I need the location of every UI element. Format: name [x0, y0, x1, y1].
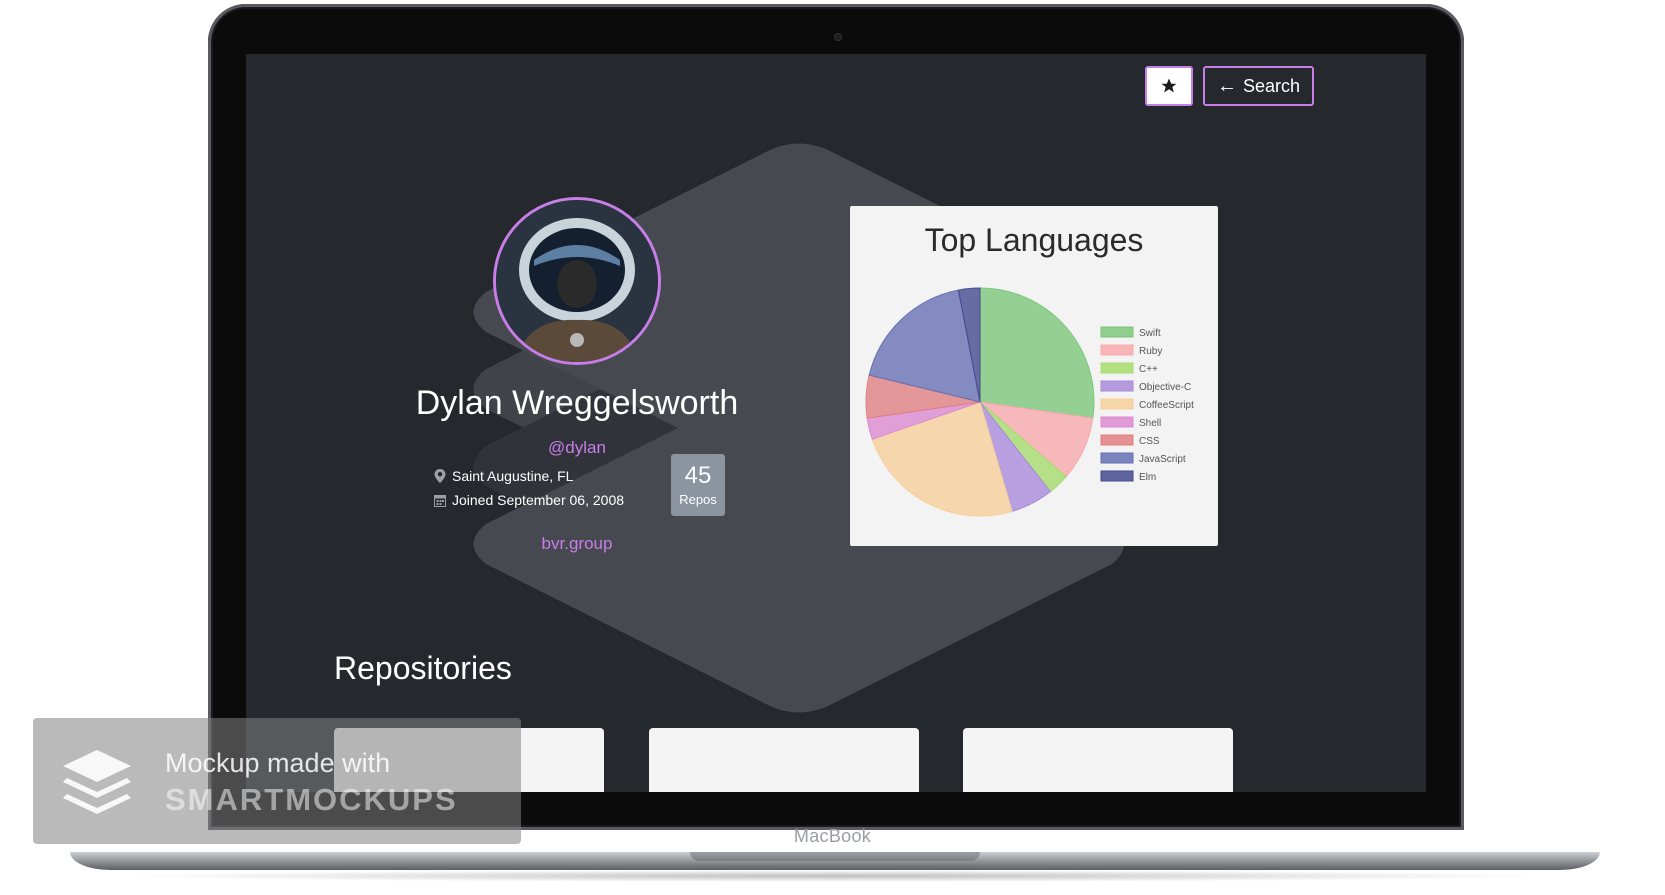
search-button-label: Search: [1242, 75, 1300, 96]
legend-swatch[interactable]: [1100, 398, 1134, 410]
laptop-shadow: [110, 870, 1560, 882]
top-languages-card: Top Languages Swift Ruby C++ Objective-C Cof…: [850, 206, 1218, 546]
legend-label[interactable]: Shell: [1139, 418, 1161, 429]
top-actions: ← Search: [1144, 66, 1314, 106]
watermark-line2: SMARTMOCKUPS: [165, 782, 458, 817]
website-link[interactable]: bvr.group: [246, 534, 908, 554]
legend-label[interactable]: CoffeeScript: [1139, 400, 1194, 411]
legend-swatch[interactable]: [1100, 452, 1134, 464]
pie-slice-swift[interactable]: [979, 287, 1095, 419]
repos-count: 45: [684, 462, 712, 489]
legend-label[interactable]: CSS: [1139, 436, 1160, 447]
legend-swatch[interactable]: [1100, 380, 1134, 392]
repositories-heading: Repositories: [334, 650, 512, 686]
legend-label[interactable]: Elm: [1139, 472, 1156, 483]
star-icon: [1161, 78, 1177, 93]
repo-card[interactable]: [649, 728, 919, 792]
legend-swatch[interactable]: [1100, 362, 1134, 374]
legend-label[interactable]: JavaScript: [1139, 454, 1186, 465]
repo-card[interactable]: [963, 728, 1233, 792]
location-text: Saint Augustine, FL: [452, 468, 574, 484]
arrow-left-icon: ←: [1216, 74, 1237, 97]
legend-label[interactable]: Swift: [1139, 328, 1161, 339]
laptop-notch: [690, 852, 980, 861]
repos-label: Repos: [679, 492, 717, 507]
legend-label[interactable]: Objective-C: [1139, 382, 1191, 393]
legend-swatch[interactable]: [1100, 416, 1134, 428]
profile-meta: Saint Augustine, FL Joined September 06,…: [434, 464, 624, 512]
legend-label[interactable]: Ruby: [1139, 346, 1162, 357]
legend-swatch[interactable]: [1100, 470, 1134, 482]
legend-swatch[interactable]: [1100, 326, 1134, 338]
languages-pie-chart: Swift Ruby C++ Objective-C CoffeeScript Shell…: [865, 287, 1194, 517]
joined-text: Joined September 06, 2008: [452, 492, 625, 508]
app-screen: ← Search Dylan Wreggelsworth @dylan Sain…: [246, 54, 1426, 792]
legend-label[interactable]: C++: [1139, 364, 1158, 375]
favorite-button[interactable]: [1144, 66, 1193, 106]
legend-swatch[interactable]: [1100, 434, 1134, 446]
stack-logo-icon: [63, 750, 131, 814]
profile-handle-link[interactable]: @dylan: [246, 438, 908, 458]
watermark-line1: Mockup made with: [165, 748, 391, 778]
profile-name: Dylan Wreggelsworth: [415, 384, 739, 422]
avatar: [493, 197, 661, 365]
repos-count-badge[interactable]: 45 Repos: [671, 454, 725, 516]
watermark: Mockup made with SMARTMOCKUPS: [33, 718, 521, 844]
camera-icon: [834, 33, 842, 41]
calendar-icon: [434, 494, 446, 507]
location-row: Saint Augustine, FL: [434, 464, 624, 488]
astronaut-image: [496, 200, 658, 362]
joined-row: Joined September 06, 2008: [434, 488, 624, 512]
legend-swatch[interactable]: [1100, 344, 1134, 356]
search-button[interactable]: ← Search: [1202, 66, 1314, 106]
map-pin-icon: [434, 469, 446, 483]
